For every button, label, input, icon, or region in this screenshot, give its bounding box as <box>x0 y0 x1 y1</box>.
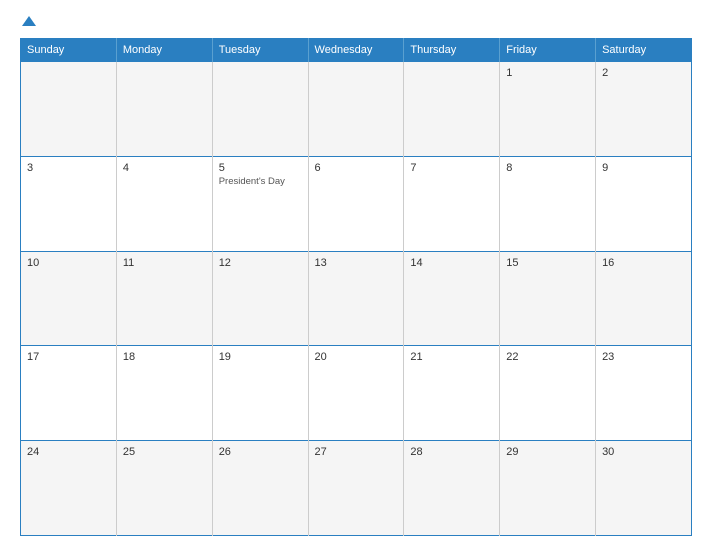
day-number: 9 <box>602 162 685 174</box>
calendar-body: 12345President's Day67891011121314151617… <box>21 62 692 536</box>
calendar-cell: 18 <box>116 346 212 441</box>
calendar-cell: 8 <box>500 156 596 251</box>
day-number: 21 <box>410 351 493 363</box>
calendar-cell: 26 <box>212 441 308 536</box>
day-number: 27 <box>315 446 398 458</box>
day-header-monday: Monday <box>116 39 212 62</box>
day-number: 7 <box>410 162 493 174</box>
day-number: 3 <box>27 162 110 174</box>
day-number: 13 <box>315 257 398 269</box>
calendar-cell: 16 <box>596 251 692 346</box>
calendar-cell: 19 <box>212 346 308 441</box>
day-number: 24 <box>27 446 110 458</box>
day-number: 16 <box>602 257 685 269</box>
logo <box>20 18 36 28</box>
calendar-cell <box>212 62 308 157</box>
day-number: 25 <box>123 446 206 458</box>
calendar-cell: 6 <box>308 156 404 251</box>
calendar-cell: 11 <box>116 251 212 346</box>
calendar-cell <box>21 62 117 157</box>
event-label: President's Day <box>219 176 302 187</box>
calendar-cell: 9 <box>596 156 692 251</box>
day-number: 18 <box>123 351 206 363</box>
calendar-cell: 25 <box>116 441 212 536</box>
calendar-cell: 23 <box>596 346 692 441</box>
calendar-table: SundayMondayTuesdayWednesdayThursdayFrid… <box>20 38 692 536</box>
calendar-cell: 5 President's Day <box>212 156 308 251</box>
day-number: 14 <box>410 257 493 269</box>
day-number: 4 <box>123 162 206 174</box>
page: SundayMondayTuesdayWednesdayThursdayFrid… <box>0 0 712 550</box>
calendar-cell: 4 <box>116 156 212 251</box>
day-header-tuesday: Tuesday <box>212 39 308 62</box>
calendar-cell: 29 <box>500 441 596 536</box>
day-number: 1 <box>506 67 589 79</box>
calendar-week-row: 10 11 12 13 14 15 16 <box>21 251 692 346</box>
calendar-cell: 30 <box>596 441 692 536</box>
calendar-week-row: 17 18 19 20 21 22 23 <box>21 346 692 441</box>
day-number: 11 <box>123 257 206 269</box>
calendar-cell: 27 <box>308 441 404 536</box>
day-header-thursday: Thursday <box>404 39 500 62</box>
day-number: 10 <box>27 257 110 269</box>
calendar-week-row: 12 <box>21 62 692 157</box>
day-number: 26 <box>219 446 302 458</box>
day-number: 2 <box>602 67 685 79</box>
day-number: 5 <box>219 162 302 174</box>
day-number: 29 <box>506 446 589 458</box>
day-header-row: SundayMondayTuesdayWednesdayThursdayFrid… <box>21 39 692 62</box>
calendar-week-row: 3 4 5 President's Day 67 8 9 <box>21 156 692 251</box>
calendar-cell: 3 <box>21 156 117 251</box>
calendar-cell: 17 <box>21 346 117 441</box>
calendar-cell: 21 <box>404 346 500 441</box>
day-number: 20 <box>315 351 398 363</box>
day-header-friday: Friday <box>500 39 596 62</box>
calendar-cell: 24 <box>21 441 117 536</box>
calendar-cell: 28 <box>404 441 500 536</box>
calendar-cell <box>116 62 212 157</box>
calendar-cell: 2 <box>596 62 692 157</box>
day-number: 15 <box>506 257 589 269</box>
day-number: 12 <box>219 257 302 269</box>
calendar-cell: 10 <box>21 251 117 346</box>
calendar-week-row: 24 25 26 27 28 29 30 <box>21 441 692 536</box>
calendar-cell: 12 <box>212 251 308 346</box>
calendar-cell: 15 <box>500 251 596 346</box>
calendar-cell: 13 <box>308 251 404 346</box>
day-number: 23 <box>602 351 685 363</box>
calendar-header: SundayMondayTuesdayWednesdayThursdayFrid… <box>21 39 692 62</box>
calendar-cell <box>308 62 404 157</box>
day-header-wednesday: Wednesday <box>308 39 404 62</box>
calendar-cell: 7 <box>404 156 500 251</box>
day-header-sunday: Sunday <box>21 39 117 62</box>
logo-triangle-icon <box>22 16 36 26</box>
calendar-cell <box>404 62 500 157</box>
calendar-cell: 14 <box>404 251 500 346</box>
day-number: 6 <box>315 162 398 174</box>
calendar-cell: 22 <box>500 346 596 441</box>
day-number: 28 <box>410 446 493 458</box>
day-number: 30 <box>602 446 685 458</box>
day-number: 19 <box>219 351 302 363</box>
calendar-cell: 20 <box>308 346 404 441</box>
day-header-saturday: Saturday <box>596 39 692 62</box>
header <box>20 18 692 28</box>
day-number: 22 <box>506 351 589 363</box>
day-number: 8 <box>506 162 589 174</box>
calendar-cell: 1 <box>500 62 596 157</box>
day-number: 17 <box>27 351 110 363</box>
